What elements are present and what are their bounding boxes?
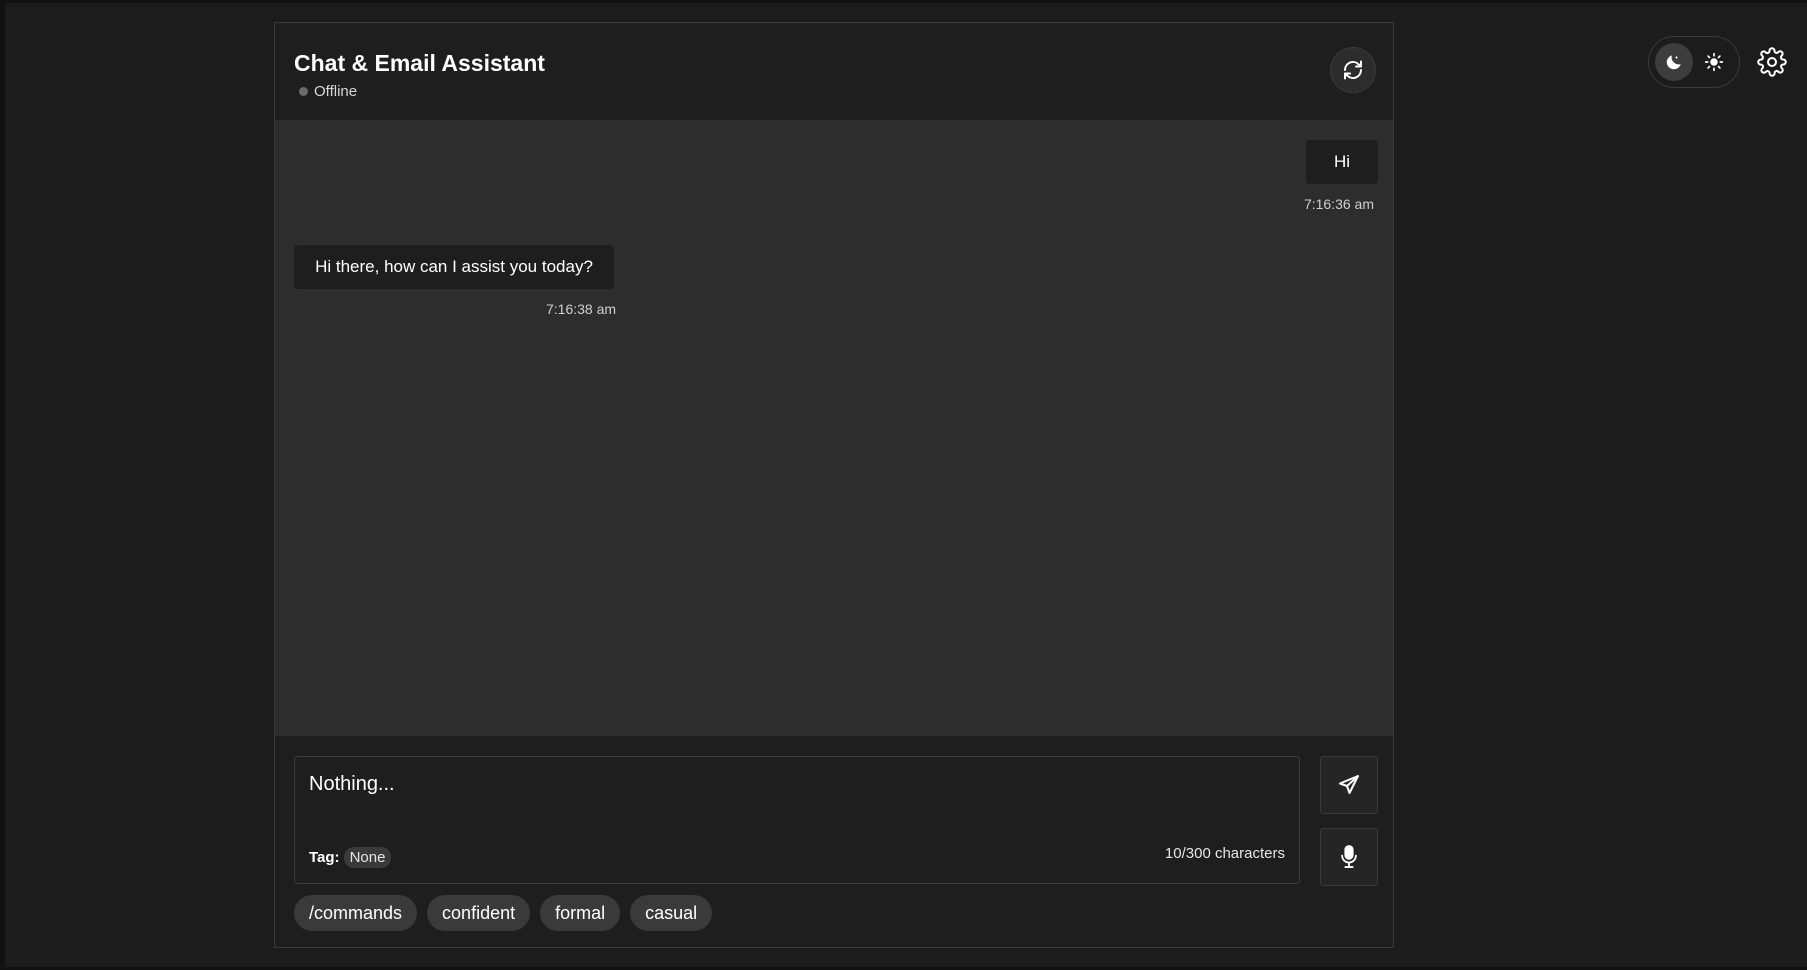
gear-icon[interactable] xyxy=(1755,45,1789,79)
send-icon xyxy=(1339,775,1359,794)
assistant-message-bubble: Hi there, how can I assist you today? xyxy=(294,245,614,289)
composer: Tag: None 10/300 characters xyxy=(275,735,1393,947)
chat-header: Chat & Email Assistant Offline xyxy=(275,23,1393,121)
chip-formal[interactable]: formal xyxy=(540,895,621,931)
theme-toggle[interactable] xyxy=(1648,36,1740,88)
message-timestamp: 7:16:38 am xyxy=(546,301,617,317)
tag-value-badge[interactable]: None xyxy=(343,847,392,868)
message-input[interactable] xyxy=(309,773,1209,796)
chat-panel: Chat & Email Assistant Offline Hi 7:16:3… xyxy=(274,22,1394,948)
sun-icon[interactable] xyxy=(1695,43,1733,81)
page-title: Chat & Email Assistant xyxy=(294,50,545,76)
refresh-button[interactable] xyxy=(1330,47,1376,93)
status-text: Offline xyxy=(314,83,358,100)
send-button[interactable] xyxy=(1320,756,1378,814)
chip-confident[interactable]: confident xyxy=(427,895,531,931)
chip-commands[interactable]: /commands xyxy=(294,895,418,931)
tag-indicator: Tag: None xyxy=(309,847,392,868)
status-dot xyxy=(299,87,308,96)
character-count: 10/300 characters xyxy=(1164,845,1285,862)
refresh-icon xyxy=(1344,60,1362,80)
microphone-icon xyxy=(1341,845,1357,868)
tag-label: Tag: xyxy=(309,849,340,866)
message-input-box[interactable]: Tag: None 10/300 characters xyxy=(294,756,1300,884)
message-list[interactable]: Hi 7:16:36 am Hi there, how can I assist… xyxy=(275,121,1393,735)
chip-casual[interactable]: casual xyxy=(630,895,713,931)
user-message-bubble: Hi xyxy=(1306,140,1378,184)
app-viewport: Chat & Email Assistant Offline Hi 7:16:3… xyxy=(5,3,1807,967)
moon-icon[interactable] xyxy=(1655,43,1693,81)
microphone-button[interactable] xyxy=(1320,828,1378,886)
connection-status: Offline xyxy=(299,83,357,100)
quick-chips: /commands confident formal casual xyxy=(294,895,713,931)
message-timestamp: 7:16:36 am xyxy=(1303,196,1374,212)
